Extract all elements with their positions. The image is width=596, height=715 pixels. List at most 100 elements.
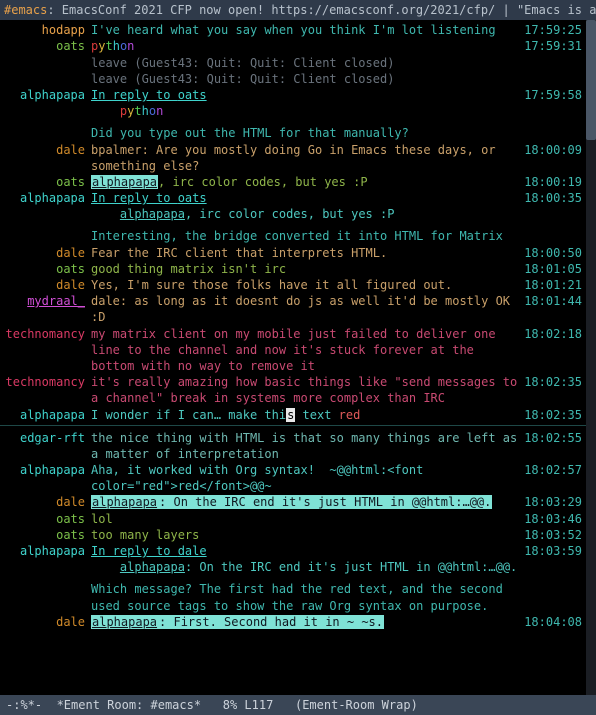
message-row: alphapapa, irc color codes, but yes :P (0, 206, 596, 222)
message-row: alphapapa: On the IRC end it's just HTML… (0, 559, 596, 575)
system-message: leave (Guest43: Quit: Quit: Client close… (91, 71, 522, 87)
scrollbar-track[interactable] (586, 20, 596, 695)
scrollbar-thumb[interactable] (586, 20, 596, 140)
mention[interactable]: alphapapa (91, 175, 158, 189)
message-body: Which message? The first had the red tex… (91, 581, 522, 613)
nick: mydraal_ (0, 293, 91, 309)
nick: alphapapa (0, 407, 91, 423)
nick: oats (0, 261, 91, 277)
timestamp: 18:03:46 (522, 511, 582, 527)
nick: dale (0, 245, 91, 261)
timestamp: 18:00:50 (522, 245, 582, 261)
timestamp: 18:02:18 (522, 326, 582, 342)
reply-link[interactable]: In reply to dale (91, 544, 207, 558)
quoted-body: alphapapa, irc color codes, but yes :P (91, 206, 522, 222)
text-cursor: s (286, 408, 295, 422)
message-row: dale Fear the IRC client that interprets… (0, 245, 596, 261)
mode-line: -:%*- *Ement Room: #emacs* 8% L117 (Emen… (0, 695, 596, 715)
reply-link[interactable]: In reply to oats (91, 88, 207, 102)
message-row: oats good thing matrix isn't irc 18:01:0… (0, 261, 596, 277)
message-row: alphapapa I wonder if I can… make this t… (0, 407, 596, 423)
nick: dale (0, 614, 91, 630)
message-body: I wonder if I can… make this text red (91, 407, 522, 423)
title-bar: #emacs: EmacsConf 2021 CFP now open! htt… (0, 0, 596, 20)
message-row: technomancy it's really amazing how basi… (0, 374, 596, 406)
message-body: alphapapa: On the IRC end it's just HTML… (91, 494, 522, 510)
message-body: alphapapa, irc color codes, but yes :P (91, 174, 522, 190)
quoted-body: python (91, 103, 522, 119)
system-message: leave (Guest43: Quit: Quit: Client close… (91, 55, 522, 71)
message-body: In reply to oats (91, 190, 522, 206)
timestamp: 18:02:35 (522, 374, 582, 390)
message-row: Interesting, the bridge converted it int… (0, 228, 596, 244)
message-row: oats lol 18:03:46 (0, 511, 596, 527)
timestamp: 18:03:29 (522, 494, 582, 510)
message-body: bpalmer: Are you mostly doing Go in Emac… (91, 142, 522, 174)
nick: oats (0, 527, 91, 543)
message-body: Fear the IRC client that interprets HTML… (91, 245, 522, 261)
reply-link[interactable]: In reply to oats (91, 191, 207, 205)
message-row: oats too many layers 18:03:52 (0, 527, 596, 543)
quoted-body: alphapapa: On the IRC end it's just HTML… (91, 559, 522, 575)
nick: dale (0, 277, 91, 293)
nick: alphapapa (0, 462, 91, 478)
chat-log[interactable]: hodapp I've heard what you say when you … (0, 20, 596, 695)
message-row: dale alphapapa: On the IRC end it's just… (0, 494, 596, 510)
message-row: mydraal_ dale: as long as it doesnt do j… (0, 293, 596, 325)
nick: alphapapa (0, 87, 91, 103)
message-row: Did you type out the HTML for that manua… (0, 125, 596, 141)
message-body: In reply to oats (91, 87, 522, 103)
nick: oats (0, 174, 91, 190)
message-body: too many layers (91, 527, 522, 543)
nick: dale (0, 494, 91, 510)
timestamp: 18:00:09 (522, 142, 582, 158)
message-body: In reply to dale (91, 543, 522, 559)
message-row: python (0, 103, 596, 119)
timestamp: 18:01:05 (522, 261, 582, 277)
channel-topic: : EmacsConf 2021 CFP now open! https://e… (47, 3, 596, 17)
message-body: python (91, 38, 522, 54)
timestamp: 17:59:31 (522, 38, 582, 54)
message-row: dale alphapapa: First. Second had it in … (0, 614, 596, 630)
message-body: Aha, it worked with Org syntax! ~@@html:… (91, 462, 522, 494)
channel-name: #emacs (4, 3, 47, 17)
timestamp: 18:03:52 (522, 527, 582, 543)
message-row: alphapapa In reply to dale 18:03:59 (0, 543, 596, 559)
message-body: lol (91, 511, 522, 527)
message-row: alphapapa In reply to oats 18:00:35 (0, 190, 596, 206)
mention[interactable]: alphapapa (91, 615, 158, 629)
message-row: oats alphapapa, irc color codes, but yes… (0, 174, 596, 190)
timestamp: 18:02:35 (522, 407, 582, 423)
nick: edgar-rft (0, 430, 91, 446)
message-body: I've heard what you say when you think I… (91, 22, 522, 38)
message-body: the nice thing with HTML is that so many… (91, 430, 522, 462)
message-body: alphapapa: First. Second had it in ~ ~s. (91, 614, 522, 630)
message-body: dale: as long as it doesnt do js as well… (91, 293, 522, 325)
nick: technomancy (0, 374, 91, 390)
mention[interactable]: alphapapa (91, 495, 158, 509)
message-row: alphapapa In reply to oats 17:59:58 (0, 87, 596, 103)
timestamp: 18:00:19 (522, 174, 582, 190)
timestamp: 18:04:08 (522, 614, 582, 630)
timestamp: 18:02:57 (522, 462, 582, 478)
message-body: my matrix client on my mobile just faile… (91, 326, 522, 375)
message-row: edgar-rft the nice thing with HTML is th… (0, 430, 596, 462)
message-body: Interesting, the bridge converted it int… (91, 228, 522, 244)
timestamp: 17:59:58 (522, 87, 582, 103)
message-row: dale Yes, I'm sure those folks have it a… (0, 277, 596, 293)
message-row: technomancy my matrix client on my mobil… (0, 326, 596, 375)
nick: dale (0, 142, 91, 158)
nick: alphapapa (0, 190, 91, 206)
nick: oats (0, 511, 91, 527)
message-body: it's really amazing how basic things lik… (91, 374, 522, 406)
timestamp: 18:02:55 (522, 430, 582, 446)
read-marker (0, 425, 596, 426)
nick: oats (0, 38, 91, 54)
system-row: leave (Guest43: Quit: Quit: Client close… (0, 55, 596, 71)
nick: hodapp (0, 22, 91, 38)
message-body: good thing matrix isn't irc (91, 261, 522, 277)
timestamp: 18:01:21 (522, 277, 582, 293)
message-row: hodapp I've heard what you say when you … (0, 22, 596, 38)
timestamp: 18:01:44 (522, 293, 582, 309)
timestamp: 18:03:59 (522, 543, 582, 559)
